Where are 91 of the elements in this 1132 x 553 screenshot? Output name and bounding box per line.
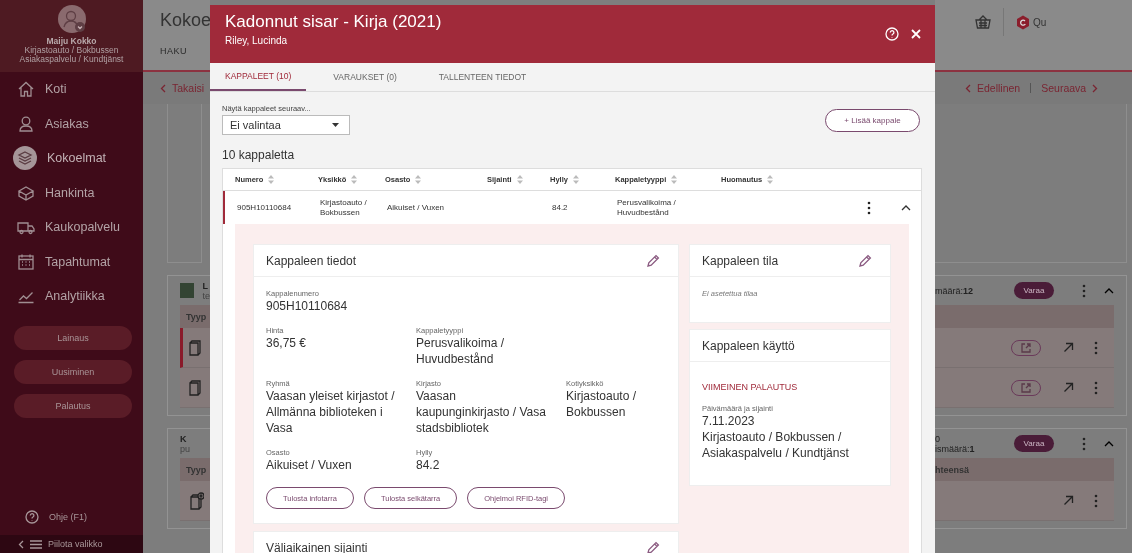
- kebab-icon[interactable]: [867, 200, 871, 215]
- media-icon: [188, 491, 204, 510]
- field-value: Vaasan yleiset kirjastot / Allmänna biblioteken i Vasa: [266, 388, 396, 436]
- arrow-up-right-icon[interactable]: [1063, 382, 1074, 393]
- quick-button[interactable]: Palautus: [14, 393, 132, 418]
- field-value: 36,75 €: [266, 335, 308, 351]
- tab[interactable]: KAPPALEET (10): [210, 63, 307, 91]
- table-cell-text: Perusvalikoima / Huvudbestånd: [617, 197, 677, 218]
- brand-name: Qu: [1033, 16, 1047, 28]
- sort-icon: [572, 175, 579, 184]
- menu-icon: [30, 539, 42, 549]
- logo-icon: [1016, 14, 1030, 30]
- field-value: Kirjastoauto / Bokbussen: [566, 388, 638, 420]
- filter-dropdown[interactable]: Ei valintaa: [222, 115, 350, 135]
- section-heading: VIIMEINEN PALAUTUS: [702, 382, 799, 392]
- reserve-button[interactable]: Varaa: [1014, 435, 1054, 452]
- copy-count-heading: 10 kappaletta: [222, 148, 296, 162]
- chevron-left-icon: [18, 539, 24, 549]
- table-cell-text: Aikuiset / Vuxen: [387, 202, 446, 213]
- field-value: Vaasan kaupunginkirjasto / Vasa stadsbibliotek: [416, 388, 547, 436]
- sort-icon: [767, 175, 774, 184]
- column-header: Tyyp: [186, 311, 207, 322]
- card-title: K: [180, 433, 188, 444]
- card-title: Kappaleen käyttö: [702, 338, 795, 353]
- hide-menu-button[interactable]: Piilota valikko: [0, 535, 143, 553]
- card-total: 0: [935, 433, 941, 444]
- field-value: 905H10110684: [266, 298, 349, 314]
- copy-count: ismäärä:1: [935, 443, 976, 454]
- nav-item[interactable]: Koti: [0, 72, 143, 107]
- calendar-icon: [17, 252, 35, 271]
- arrow-up-right-icon[interactable]: [1063, 495, 1074, 506]
- help-link[interactable]: Ohje (F1): [0, 503, 143, 531]
- sort-icon: [268, 175, 275, 184]
- chevron-up-icon[interactable]: [901, 204, 911, 211]
- quick-button[interactable]: Uusiminen: [14, 359, 132, 384]
- nav-item[interactable]: Kaukopalvelu: [0, 210, 143, 245]
- layers-icon: [13, 146, 37, 171]
- chevron-left-icon: [965, 83, 971, 93]
- avatar-icon: [56, 4, 87, 34]
- sort-icon: [516, 175, 523, 184]
- help-icon[interactable]: [885, 27, 899, 41]
- column-header: hteensä: [935, 464, 969, 475]
- dialog-title: Kadonnut sisar - Kirja (2021): [225, 12, 443, 32]
- column-header: Tyyp: [186, 464, 207, 475]
- pencil-icon[interactable]: [646, 253, 660, 268]
- nav-item[interactable]: Asiakas: [0, 106, 143, 141]
- basket-icon[interactable]: [975, 15, 991, 29]
- chevron-left-icon: [160, 83, 166, 93]
- book-icon: [188, 339, 202, 356]
- close-icon[interactable]: [911, 29, 921, 39]
- nav-item[interactable]: Tapahtumat: [0, 244, 143, 279]
- table-cell-text: 84.2: [552, 202, 569, 213]
- card-title: Kappaleen tiedot: [266, 253, 357, 268]
- field-value: 7.11.2023: [702, 413, 756, 429]
- arrow-up-right-icon[interactable]: [1063, 342, 1074, 353]
- copy-count: määrä:12: [935, 285, 975, 296]
- user-service: Asiakaspalvelu / Kundtjänst: [19, 55, 124, 64]
- chevron-right-icon: [1092, 83, 1099, 93]
- sort-icon: [351, 175, 358, 184]
- user-name: Maiju Kokko: [46, 37, 97, 46]
- field-value: 84.2: [416, 457, 441, 473]
- field-value: Perusvalikoima / Huvudbestånd: [416, 335, 506, 367]
- field-value: Kirjastoauto / Bokbussen / Asiakaspalvelu / Kundtjänst: [702, 429, 850, 461]
- external-link-icon: [1021, 342, 1031, 353]
- external-link-icon: [1021, 382, 1031, 393]
- home-icon: [17, 80, 35, 99]
- field-value: Aikuiset / Vuxen: [266, 457, 353, 473]
- reserve-button[interactable]: Varaa: [1014, 282, 1054, 299]
- search-tab[interactable]: HAKU: [160, 46, 210, 56]
- nav-item[interactable]: Kokoelmat: [0, 141, 143, 176]
- card-title: L: [202, 280, 209, 291]
- user-unit: Kirjastoauto / Bokbussen: [24, 46, 119, 55]
- sort-icon: [671, 175, 678, 184]
- tab[interactable]: TALLENTEEN TIEDOT: [423, 63, 542, 91]
- sort-icon: [415, 175, 422, 184]
- tab[interactable]: VARAUKSET (0): [318, 63, 412, 91]
- pencil-icon[interactable]: [646, 540, 660, 553]
- quick-button[interactable]: Lainaus: [14, 325, 132, 350]
- table-cell-text: Kirjastoauto / Bokbussen: [320, 197, 368, 218]
- card-title: Kappaleen tila: [702, 253, 779, 268]
- add-copy-button[interactable]: + Lisää kappale: [825, 109, 920, 132]
- help-icon: [25, 510, 39, 524]
- dialog-subtitle: Riley, Lucinda: [225, 35, 289, 46]
- page-title: Kokoe: [160, 10, 210, 31]
- table-cell-text: 905H10110684: [237, 202, 293, 213]
- caret-icon: [332, 123, 339, 127]
- person-icon: [17, 114, 35, 133]
- pencil-icon[interactable]: [858, 253, 872, 268]
- book-icon: [188, 379, 202, 396]
- nav-item[interactable]: Hankinta: [0, 175, 143, 210]
- nav-item[interactable]: Analytiikka: [0, 279, 143, 314]
